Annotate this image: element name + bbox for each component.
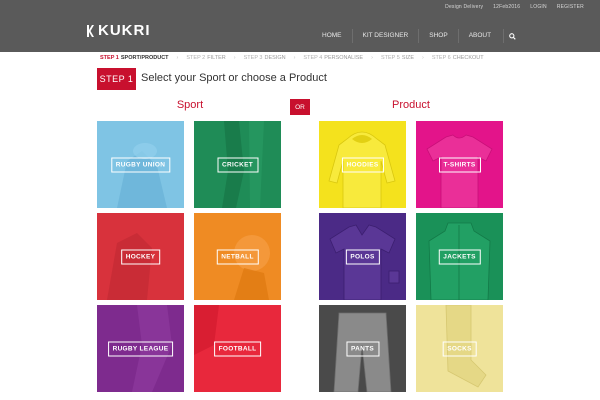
tile-label: T-SHIRTS bbox=[438, 157, 481, 172]
nav-home[interactable]: HOME bbox=[312, 29, 352, 43]
logo-text: KUKRI bbox=[98, 22, 151, 39]
register-link[interactable]: REGISTER bbox=[557, 4, 584, 10]
product-tile-socks[interactable]: SOCKS bbox=[416, 305, 503, 392]
utility-date: 12Feb2016 bbox=[493, 4, 521, 10]
top-header: Design Delivery 12Feb2016 LOGIN REGISTER… bbox=[0, 0, 600, 52]
step-separator: › bbox=[371, 55, 373, 61]
tile-label: RUGBY LEAGUE bbox=[107, 341, 174, 356]
product-heading: Product bbox=[392, 99, 430, 111]
sport-tile-football[interactable]: FOOTBALL bbox=[194, 305, 281, 392]
login-link[interactable]: LOGIN bbox=[530, 4, 547, 10]
step-sport-product[interactable]: STEP 1 SPORT/PRODUCT bbox=[100, 55, 169, 61]
tile-label: HOODIES bbox=[341, 157, 384, 172]
step-separator: › bbox=[293, 55, 296, 61]
kukri-logo-icon bbox=[87, 24, 94, 37]
tile-label: JACKETS bbox=[438, 249, 481, 264]
step-filter: STEP 2 FILTER bbox=[186, 55, 226, 61]
sport-tile-netball[interactable]: NETBALL bbox=[194, 213, 281, 300]
step-personalise: STEP 4 PERSONALISE bbox=[303, 55, 364, 61]
search-icon bbox=[509, 32, 516, 40]
kukri-logo[interactable]: KUKRI bbox=[86, 22, 151, 39]
tile-label: HOCKEY bbox=[120, 249, 161, 264]
product-tile-pants[interactable]: PANTS bbox=[319, 305, 406, 392]
product-tile-tshirts[interactable]: T-SHIRTS bbox=[416, 121, 503, 208]
utility-links: Design Delivery 12Feb2016 LOGIN REGISTER bbox=[445, 4, 584, 10]
tile-label: FOOTBALL bbox=[213, 341, 262, 356]
step-size: STEP 5 SIZE bbox=[380, 55, 415, 61]
tile-label: POLOS bbox=[345, 249, 380, 264]
step-breadcrumb: STEP 1 SPORT/PRODUCT › STEP 2 FILTER › STE… bbox=[100, 55, 484, 61]
step-checkout: STEP 6 CHECKOUT bbox=[431, 55, 484, 61]
nav-about[interactable]: ABOUT bbox=[457, 29, 501, 43]
tile-label: PANTS bbox=[345, 341, 380, 356]
product-tile-jackets[interactable]: JACKETS bbox=[416, 213, 503, 300]
step-separator: › bbox=[233, 55, 236, 61]
tile-label: NETBALL bbox=[216, 249, 259, 264]
tile-label: SOCKS bbox=[442, 341, 477, 356]
product-tile-hoodies[interactable]: HOODIES bbox=[319, 121, 406, 208]
step-design: STEP 3 DESIGN bbox=[243, 55, 286, 61]
sport-heading: Sport bbox=[176, 99, 204, 111]
tile-label: RUGBY UNION bbox=[110, 157, 171, 172]
sport-tile-cricket[interactable]: CRICKET bbox=[194, 121, 281, 208]
main-nav: HOME KIT DESIGNER SHOP ABOUT bbox=[312, 29, 521, 43]
product-tile-polos[interactable]: POLOS bbox=[319, 213, 406, 300]
sport-tile-rugby-league[interactable]: RUGBY LEAGUE bbox=[97, 305, 184, 392]
search-button[interactable] bbox=[503, 29, 521, 43]
step-separator: › bbox=[176, 55, 179, 61]
step-badge: STEP 1 bbox=[97, 68, 136, 90]
sport-tile-rugby-union[interactable]: RUGBY UNION bbox=[97, 121, 184, 208]
tile-label: CRICKET bbox=[217, 157, 258, 172]
sport-tile-hockey[interactable]: HOCKEY bbox=[97, 213, 184, 300]
nav-shop[interactable]: SHOP bbox=[418, 29, 457, 43]
page-title: Select your Sport or choose a Product bbox=[141, 72, 327, 84]
step-separator: › bbox=[422, 55, 424, 61]
or-badge: OR bbox=[290, 99, 310, 115]
utility-link-delivery[interactable]: Design Delivery bbox=[445, 4, 483, 10]
nav-kit-designer[interactable]: KIT DESIGNER bbox=[351, 29, 419, 43]
